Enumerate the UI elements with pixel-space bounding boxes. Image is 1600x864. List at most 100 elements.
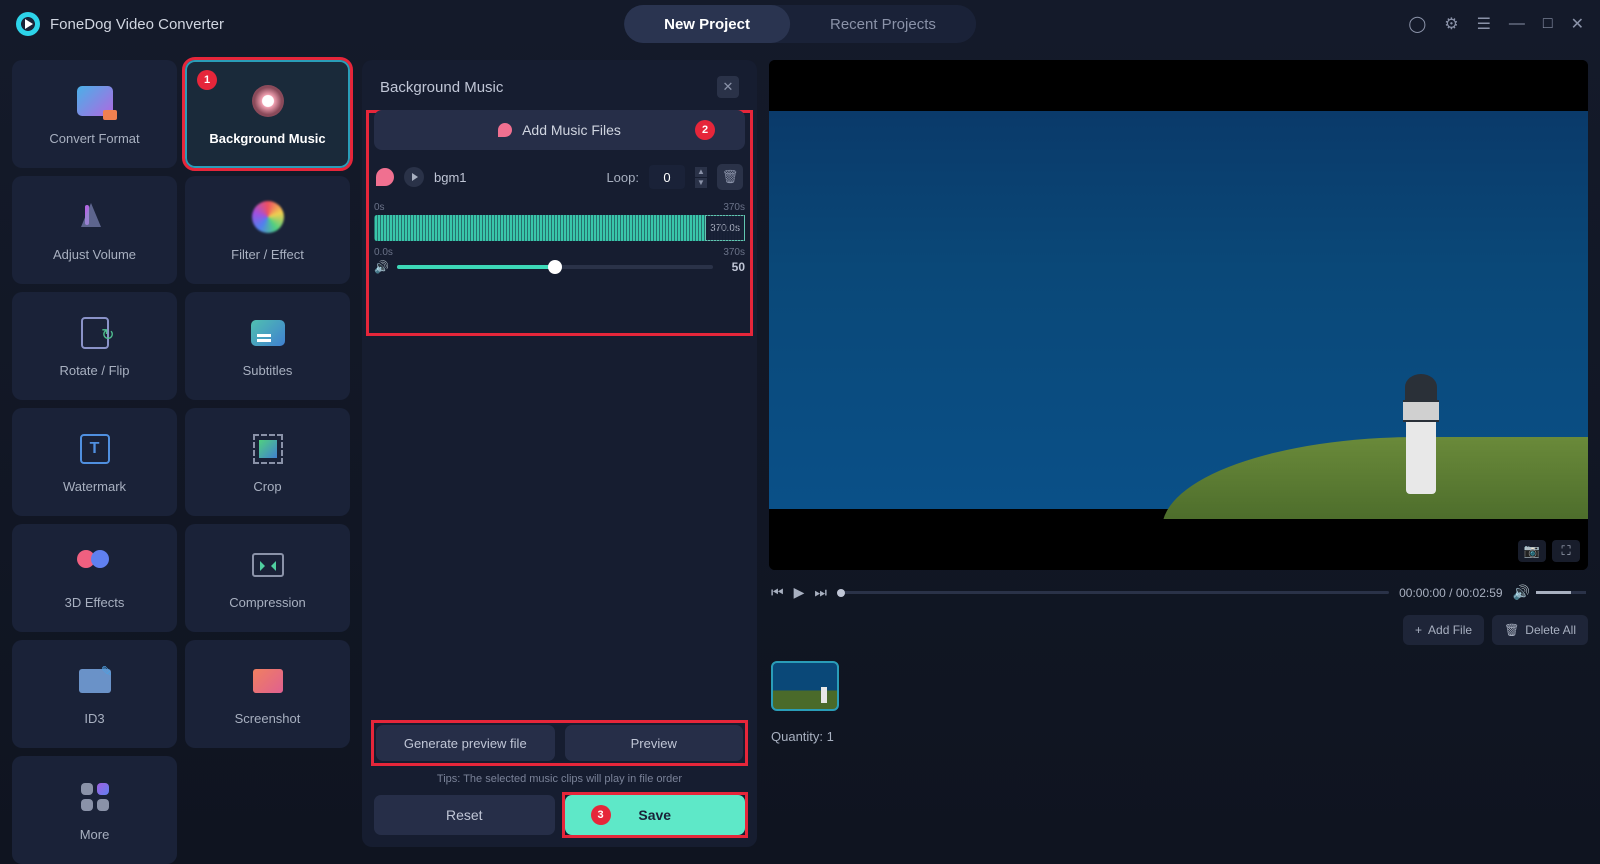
minimize-icon[interactable]: — <box>1509 15 1525 33</box>
tool-screenshot[interactable]: Screenshot <box>185 640 350 748</box>
panel-title: Background Music <box>380 79 503 96</box>
mute-icon[interactable]: 🔊 <box>1513 584 1530 601</box>
volume-value: 50 <box>721 260 745 274</box>
close-icon[interactable]: ✕ <box>1571 14 1584 34</box>
tool-label: Compression <box>229 595 306 610</box>
music-note-icon <box>376 168 394 186</box>
tool-3d-effects[interactable]: 3D Effects <box>12 524 177 632</box>
tool-convert-format[interactable]: Convert Format <box>12 60 177 168</box>
snapshot-icon[interactable]: 📷 <box>1518 540 1546 562</box>
filter-icon <box>250 199 286 235</box>
tool-label: Subtitles <box>243 363 293 378</box>
loop-label: Loop: <box>606 170 639 185</box>
waveform-handle[interactable]: 370.0s <box>705 215 745 241</box>
stepper-down[interactable]: ▼ <box>695 178 707 188</box>
music-note-icon <box>498 123 512 137</box>
save-button[interactable]: 3 Save <box>565 795 746 835</box>
seek-slider[interactable] <box>837 591 1389 594</box>
tool-watermark[interactable]: T Watermark <box>12 408 177 516</box>
annotation-badge-3: 3 <box>591 805 611 825</box>
tab-recent-projects[interactable]: Recent Projects <box>790 5 976 43</box>
add-music-button[interactable]: Add Music Files 2 <box>374 110 745 150</box>
rotate-icon <box>77 315 113 351</box>
menu-icon[interactable]: ☰ <box>1477 14 1491 34</box>
delete-all-button[interactable]: 🗑Delete All <box>1492 615 1588 645</box>
watermark-icon: T <box>77 431 113 467</box>
preview-image <box>769 60 1588 570</box>
loop-stepper: ▲ ▼ <box>695 167 707 188</box>
generate-preview-button[interactable]: Generate preview file <box>376 725 555 761</box>
tool-label: Filter / Effect <box>231 247 304 262</box>
track-name: bgm1 <box>434 170 596 185</box>
preview-button-row: Generate preview file Preview <box>374 723 745 763</box>
add-file-label: Add File <box>1428 623 1472 637</box>
glasses-icon <box>77 547 113 583</box>
tab-new-project[interactable]: New Project <box>624 5 790 43</box>
play-button[interactable]: ▶ <box>794 584 805 601</box>
tool-sidebar: Convert Format 1 Background Music Adjust… <box>12 60 350 847</box>
tool-crop[interactable]: Crop <box>185 408 350 516</box>
waveform-track[interactable]: 370.0s <box>374 215 745 241</box>
tool-label: Convert Format <box>49 131 139 146</box>
delete-track-button[interactable]: 🗑 <box>717 164 743 190</box>
slider-thumb[interactable] <box>548 260 562 274</box>
tool-compression[interactable]: Compression <box>185 524 350 632</box>
slider-fill <box>397 265 555 269</box>
tool-label: Rotate / Flip <box>59 363 129 378</box>
tool-label: Watermark <box>63 479 126 494</box>
video-thumbnail[interactable] <box>771 661 839 711</box>
settings-icon[interactable]: ⚙ <box>1444 14 1458 34</box>
trash-icon: 🗑 <box>1504 623 1519 637</box>
app-body: Convert Format 1 Background Music Adjust… <box>0 48 1600 859</box>
add-file-button[interactable]: +Add File <box>1403 615 1484 645</box>
player-volume-slider[interactable] <box>1536 591 1586 594</box>
background-music-panel: Background Music ✕ Add Music Files 2 bgm… <box>362 60 757 847</box>
account-icon[interactable]: ◯ <box>1408 14 1426 34</box>
save-label: Save <box>638 807 671 823</box>
loop-input[interactable] <box>649 165 685 189</box>
wave-start-label: 0s <box>374 202 385 213</box>
tool-label: 3D Effects <box>65 595 125 610</box>
reset-button[interactable]: Reset <box>374 795 555 835</box>
preview-button[interactable]: Preview <box>565 725 744 761</box>
tool-rotate-flip[interactable]: Rotate / Flip <box>12 292 177 400</box>
wave-end-label: 370s <box>723 202 745 213</box>
screenshot-icon <box>250 663 286 699</box>
tool-label: More <box>80 827 110 842</box>
tool-label: Screenshot <box>235 711 301 726</box>
tool-background-music[interactable]: 1 Background Music <box>185 60 350 168</box>
tips-text: Tips: The selected music clips will play… <box>374 773 745 785</box>
compress-icon <box>250 547 286 583</box>
play-track-button[interactable] <box>404 167 424 187</box>
quantity-text: Quantity: 1 <box>769 727 1588 746</box>
tool-label: Adjust Volume <box>53 247 136 262</box>
playback-bar: ⏮ ▶ ⏭ 00:00:00 / 00:02:59 🔊 <box>769 580 1588 605</box>
playback-time: 00:00:00 / 00:02:59 <box>1399 586 1502 600</box>
thumbnail-strip <box>769 655 1588 717</box>
maximize-icon[interactable]: □ <box>1543 15 1553 33</box>
stepper-up[interactable]: ▲ <box>695 167 707 177</box>
annotation-badge-2: 2 <box>695 120 715 140</box>
tool-id3[interactable]: ID3 <box>12 640 177 748</box>
music-track-row: bgm1 Loop: ▲ ▼ 🗑 <box>374 160 745 194</box>
convert-icon <box>77 83 113 119</box>
annotation-badge-1: 1 <box>197 70 217 90</box>
waveform-section: 0s 370s 370.0s 0.0s 370s 🔊 50 <box>374 202 745 274</box>
tool-adjust-volume[interactable]: Adjust Volume <box>12 176 177 284</box>
app-title: FoneDog Video Converter <box>50 16 224 33</box>
app-window: FoneDog Video Converter New Project Rece… <box>0 0 1600 859</box>
tool-more[interactable]: More <box>12 756 177 864</box>
music-icon <box>250 83 286 119</box>
id3-icon <box>77 663 113 699</box>
add-music-label: Add Music Files <box>522 122 621 138</box>
tool-filter-effect[interactable]: Filter / Effect <box>185 176 350 284</box>
close-panel-button[interactable]: ✕ <box>717 76 739 98</box>
app-logo-icon <box>16 12 40 36</box>
fullscreen-icon[interactable]: ⛶ <box>1552 540 1580 562</box>
tool-subtitles[interactable]: Subtitles <box>185 292 350 400</box>
file-actions: +Add File 🗑Delete All <box>769 615 1588 645</box>
prev-button[interactable]: ⏮ <box>771 584 784 601</box>
next-button[interactable]: ⏭ <box>814 584 827 601</box>
volume-slider[interactable] <box>397 265 713 269</box>
subtitle-icon <box>250 315 286 351</box>
